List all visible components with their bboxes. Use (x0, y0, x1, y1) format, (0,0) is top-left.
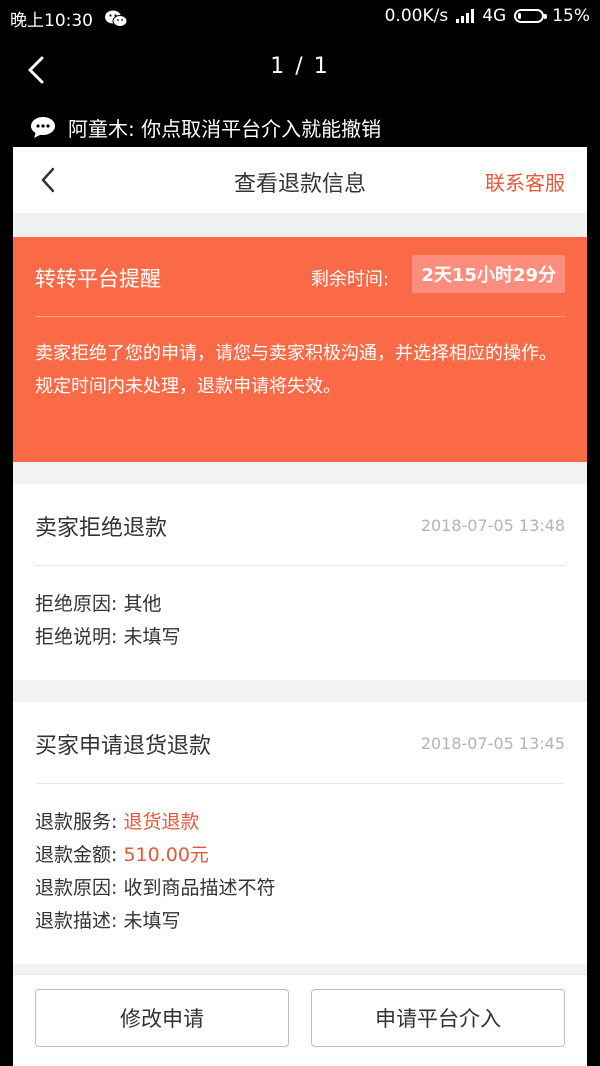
status-time: 晚上10:30 (10, 11, 93, 31)
refund-reason-row: 退款原因: 收到商品描述不符 (35, 872, 565, 905)
alert-line-2: 规定时间内未处理，退款申请将失效。 (35, 376, 341, 397)
refund-desc-value: 未填写 (123, 910, 181, 932)
modify-request-button[interactable]: 修改申请 (35, 989, 289, 1047)
alert-line-1: 卖家拒绝了您的申请，请您与卖家积极沟通，并选择相应的操作。 (35, 343, 557, 364)
signal-icon (456, 9, 475, 23)
network-type: 4G (482, 6, 507, 26)
reject-desc-label: 拒绝说明: (35, 626, 124, 648)
refund-info-screen: 查看退款信息 联系客服 转转平台提醒 剩余时间: 2天15小时29分 卖家拒绝了… (13, 147, 587, 1066)
refund-desc-label: 退款描述: (35, 910, 124, 932)
seller-section-title: 卖家拒绝退款 (35, 516, 168, 541)
status-left: 晚上10:30 (10, 6, 127, 31)
reject-desc-value: 未填写 (123, 626, 181, 648)
divider (13, 213, 587, 237)
seller-section-header: 卖家拒绝退款 2018-07-05 13:48 (35, 484, 565, 566)
viewer-bar: 1 / 1 (0, 38, 600, 102)
reject-reason-label: 拒绝原因: (35, 593, 124, 615)
reject-reason-value: 其他 (123, 593, 162, 615)
buyer-section-body: 退款服务: 退货退款 退款金额: 510.00元 退款原因: 收到商品描述不符 … (35, 784, 565, 964)
refund-reason-value: 收到商品描述不符 (123, 877, 276, 899)
refund-service-label: 退款服务: (35, 811, 124, 833)
page-indicator: 1 / 1 (270, 54, 330, 79)
refund-amount-row: 退款金额: 510.00元 (35, 839, 565, 872)
wechat-icon (105, 10, 127, 27)
buyer-section-time: 2018-07-05 13:45 (420, 734, 565, 753)
platform-alert: 转转平台提醒 剩余时间: 2天15小时29分 卖家拒绝了您的申请，请您与卖家积极… (13, 237, 587, 462)
reject-reason-row: 拒绝原因: 其他 (35, 588, 565, 621)
network-speed: 0.00K/s (384, 6, 449, 26)
remaining-time-badge: 2天15小时29分 (412, 255, 565, 293)
remaining-label: 剩余时间: (310, 269, 389, 290)
refund-service-value: 退货退款 (123, 811, 200, 833)
nav-bar: 查看退款信息 联系客服 (13, 147, 587, 213)
status-bar: 晚上10:30 0.00K/s 4G 15% (0, 0, 600, 34)
status-right: 0.00K/s 4G 15% (385, 6, 590, 26)
refund-amount-label: 退款金额: (35, 844, 124, 866)
message-line[interactable]: 阿童木: 你点取消平台介入就能撤销 (30, 112, 590, 142)
bottom-action-bar: 修改申请 申请平台介入 (13, 974, 587, 1066)
reject-desc-row: 拒绝说明: 未填写 (35, 621, 565, 654)
alert-header: 转转平台提醒 剩余时间: 2天15小时29分 (35, 237, 565, 317)
alert-title: 转转平台提醒 (35, 267, 161, 291)
contact-service-link[interactable]: 联系客服 (485, 167, 565, 196)
alert-body: 卖家拒绝了您的申请，请您与卖家积极沟通，并选择相应的操作。 规定时间内未处理，退… (35, 317, 565, 403)
chat-bubble-icon (31, 117, 55, 138)
buyer-request-section: 买家申请退货退款 2018-07-05 13:45 退款服务: 退货退款 退款金… (13, 702, 587, 964)
buyer-section-header: 买家申请退货退款 2018-07-05 13:45 (35, 702, 565, 784)
seller-reject-section: 卖家拒绝退款 2018-07-05 13:48 拒绝原因: 其他 拒绝说明: 未… (13, 484, 587, 680)
refund-amount-value: 510.00元 (123, 844, 209, 866)
message-text: 阿童木: 你点取消平台介入就能撤销 (68, 116, 382, 141)
battery-icon (514, 9, 548, 23)
buyer-section-title: 买家申请退货退款 (35, 734, 212, 759)
seller-section-body: 拒绝原因: 其他 拒绝说明: 未填写 (35, 566, 565, 680)
refund-service-row: 退款服务: 退货退款 (35, 806, 565, 839)
refund-reason-label: 退款原因: (35, 877, 124, 899)
request-platform-button[interactable]: 申请平台介入 (311, 989, 565, 1047)
battery-percent: 15% (552, 6, 590, 26)
seller-section-time: 2018-07-05 13:48 (420, 516, 565, 535)
refund-desc-row: 退款描述: 未填写 (35, 905, 565, 938)
